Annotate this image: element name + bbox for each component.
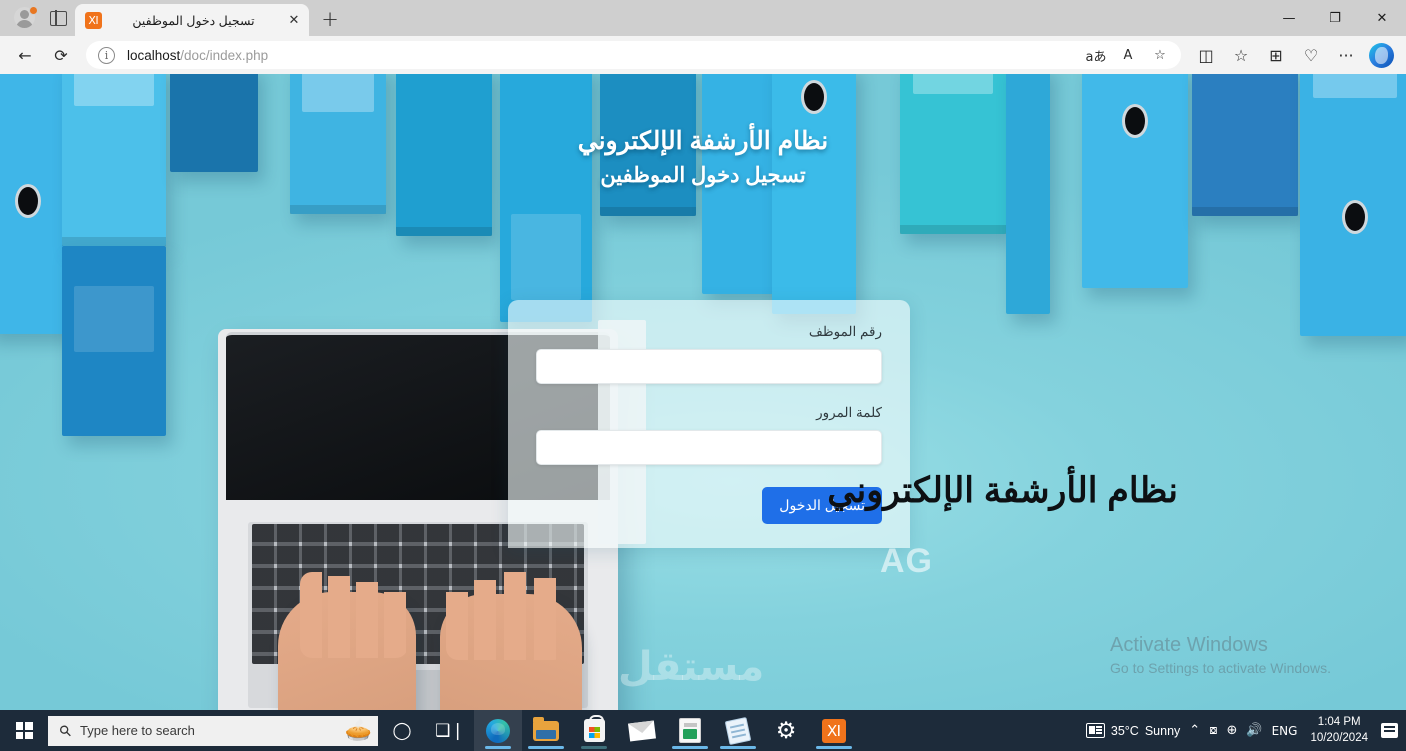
clock-time: 1:04 PM bbox=[1317, 715, 1361, 728]
news-icon bbox=[1085, 723, 1105, 738]
windows-logo-icon bbox=[15, 722, 33, 739]
camera-icon[interactable]: ⧇ bbox=[1209, 723, 1217, 738]
taskbar-app-settings[interactable] bbox=[762, 710, 810, 751]
address-bar-actions: aあ A ☆ bbox=[1081, 42, 1175, 68]
running-indicator bbox=[581, 746, 607, 749]
close-window-button[interactable]: ✕ bbox=[1358, 0, 1406, 36]
browser-tab[interactable]: تسجيل دخول الموظفين ✕ bbox=[75, 4, 309, 36]
gear-icon bbox=[775, 720, 797, 742]
excel-icon bbox=[679, 718, 701, 743]
system-tray: 35°C Sunny ⌃ ⧇ ⊕ 🔊 ENG 1:04 PM 10/20/202… bbox=[1085, 710, 1406, 751]
activate-windows-watermark: Activate Windows Go to Settings to activ… bbox=[1110, 632, 1331, 678]
more-options-icon[interactable]: ··· bbox=[1329, 40, 1363, 70]
volume-icon[interactable]: 🔊 bbox=[1246, 723, 1262, 738]
task-view-button[interactable]: ❑❘ bbox=[426, 710, 474, 751]
refresh-icon[interactable]: ⟳ bbox=[44, 40, 78, 70]
running-indicator bbox=[672, 746, 708, 749]
weather-temperature: 35°C bbox=[1110, 723, 1139, 738]
back-icon[interactable]: ← bbox=[8, 40, 42, 70]
tab-title: تسجيل دخول الموظفين bbox=[132, 13, 255, 28]
brand-abbreviation: AG bbox=[880, 542, 933, 580]
site-info-icon[interactable]: i bbox=[98, 46, 115, 64]
taskbar-app-mail[interactable] bbox=[618, 710, 666, 751]
language-indicator[interactable]: ENG bbox=[1272, 724, 1298, 738]
heading-line-1: نظام الأرشفة الإلكتروني bbox=[577, 127, 829, 155]
copilot-icon[interactable] bbox=[1364, 40, 1398, 70]
tab-actions-icon[interactable] bbox=[50, 9, 67, 27]
browser-essentials-icon[interactable]: ♡ bbox=[1294, 40, 1328, 70]
task-view-icon: ❑❘ bbox=[435, 720, 465, 741]
search-placeholder: Type here to search bbox=[80, 723, 195, 738]
weather-widget[interactable]: 35°C Sunny bbox=[1085, 723, 1181, 738]
toolbar-right-actions: ◫ ☆ ⊞ ♡ ··· bbox=[1189, 40, 1398, 70]
activate-windows-title: Activate Windows bbox=[1110, 634, 1268, 656]
heading-line-2: تسجيل دخول الموظفين bbox=[600, 164, 806, 187]
password-input[interactable] bbox=[536, 430, 882, 465]
search-icon: ⚲ bbox=[55, 720, 76, 741]
profile-avatar[interactable] bbox=[14, 6, 38, 29]
tabstrip-left-controls bbox=[0, 0, 67, 36]
minimize-button[interactable]: — bbox=[1266, 0, 1312, 36]
password-label: كلمة المرور bbox=[816, 405, 882, 420]
start-button[interactable] bbox=[0, 710, 48, 751]
brand-title: نظام الأرشفة الإلكتروني bbox=[827, 471, 1178, 510]
windows-taskbar: ⚲ Type here to search 🥧 ◯ ❑❘ ⚙ Ⅺ 35°C Su… bbox=[0, 710, 1406, 751]
mostaql-watermark: مستقل bbox=[618, 644, 765, 690]
weather-condition: Sunny bbox=[1144, 723, 1181, 738]
browser-window: تسجيل دخول الموظفين ✕ + — ❐ ✕ ← ⟳ i loca… bbox=[0, 0, 1406, 710]
clock[interactable]: 1:04 PM 10/20/2024 bbox=[1306, 715, 1372, 746]
new-tab-button[interactable]: + bbox=[315, 4, 345, 34]
url-path: /doc/index.php bbox=[180, 47, 269, 63]
avatar-badge-icon bbox=[29, 6, 38, 15]
browser-toolbar: ← ⟳ i localhost/doc/index.php aあ A ☆ ◫ ☆… bbox=[0, 36, 1406, 74]
tab-strip: تسجيل دخول الموظفين ✕ + — ❐ ✕ bbox=[0, 0, 1406, 36]
close-icon[interactable]: ✕ bbox=[285, 11, 303, 29]
mail-icon bbox=[628, 719, 656, 742]
activate-windows-subtitle: Go to Settings to activate Windows. bbox=[1110, 660, 1331, 676]
address-bar[interactable]: i localhost/doc/index.php aあ A ☆ bbox=[86, 41, 1181, 69]
url-text: localhost/doc/index.php bbox=[127, 48, 268, 63]
page-heading: نظام الأرشفة الإلكتروني تسجيل دخول الموظ… bbox=[0, 126, 1406, 188]
cortana-icon: ◯ bbox=[392, 720, 412, 741]
taskbar-app-excel[interactable] bbox=[666, 710, 714, 751]
page-content: نظام الأرشفة الإلكتروني تسجيل دخول الموظ… bbox=[0, 74, 1406, 710]
running-indicator bbox=[485, 746, 511, 749]
xampp-icon bbox=[822, 718, 846, 743]
clock-date: 10/20/2024 bbox=[1310, 731, 1368, 744]
add-favorite-icon[interactable]: ☆ bbox=[1145, 42, 1175, 68]
cortana-button[interactable]: ◯ bbox=[378, 710, 426, 751]
running-indicator bbox=[720, 746, 756, 749]
read-aloud-icon[interactable]: A bbox=[1113, 42, 1143, 68]
translate-icon[interactable]: aあ bbox=[1081, 42, 1111, 68]
microsoft-store-icon bbox=[583, 715, 605, 742]
xampp-favicon-icon bbox=[85, 11, 102, 29]
split-screen-icon[interactable]: ◫ bbox=[1189, 40, 1223, 70]
taskbar-search-box[interactable]: ⚲ Type here to search 🥧 bbox=[48, 715, 378, 746]
taskbar-app-file-explorer[interactable] bbox=[522, 710, 570, 751]
employee-number-input[interactable] bbox=[536, 349, 882, 384]
notepad-icon bbox=[724, 716, 752, 745]
employee-number-label: رقم الموظف bbox=[808, 324, 882, 339]
favorites-icon[interactable]: ☆ bbox=[1224, 40, 1258, 70]
running-indicator bbox=[528, 746, 564, 749]
window-controls: — ❐ ✕ bbox=[1266, 0, 1406, 36]
taskbar-app-edge[interactable] bbox=[474, 710, 522, 751]
file-explorer-icon bbox=[533, 716, 559, 741]
taskbar-app-xampp[interactable] bbox=[810, 710, 858, 751]
pie-icon: 🥧 bbox=[344, 717, 372, 743]
running-indicator bbox=[816, 746, 852, 749]
collections-icon[interactable]: ⊞ bbox=[1259, 40, 1293, 70]
taskbar-app-microsoft-store[interactable] bbox=[570, 710, 618, 751]
taskbar-app-notepad[interactable] bbox=[714, 710, 762, 751]
maximize-button[interactable]: ❐ bbox=[1312, 0, 1358, 36]
page-viewport: نظام الأرشفة الإلكتروني تسجيل دخول الموظ… bbox=[0, 74, 1406, 710]
edge-icon bbox=[486, 718, 510, 743]
show-hidden-icons[interactable]: ⌃ bbox=[1189, 723, 1200, 738]
url-host: localhost bbox=[127, 47, 181, 63]
network-icon[interactable]: ⊕ bbox=[1226, 723, 1237, 738]
notifications-icon[interactable] bbox=[1381, 723, 1398, 738]
